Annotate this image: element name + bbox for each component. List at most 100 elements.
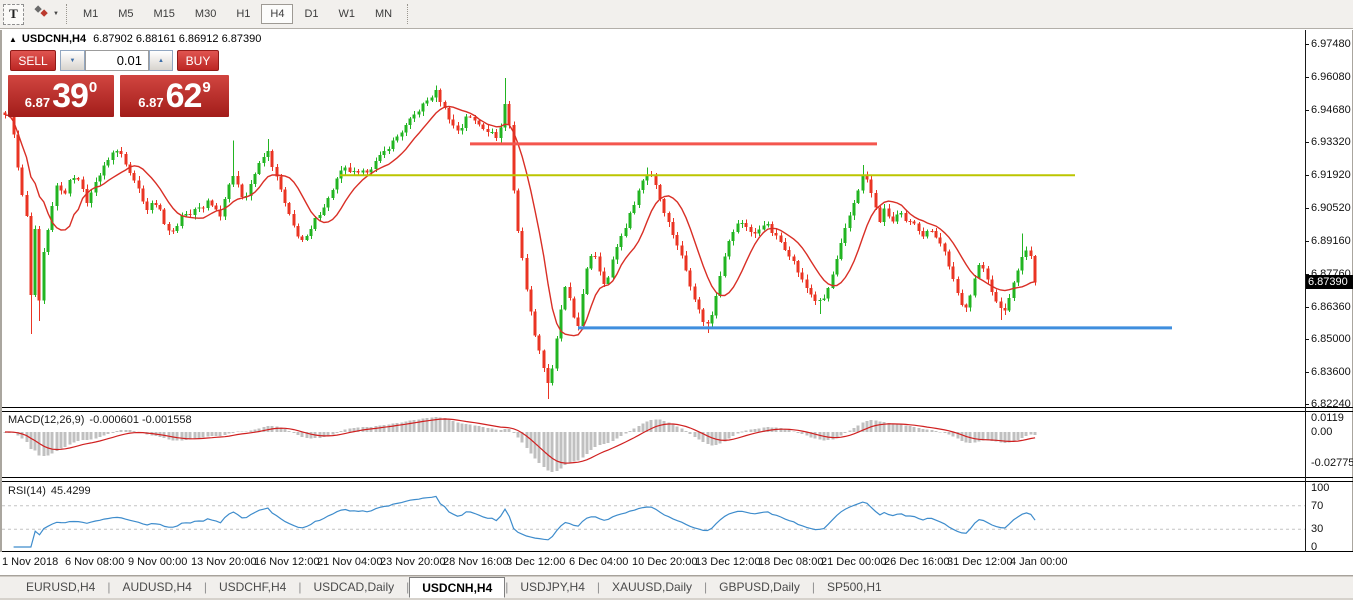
date-axis-label: 23 Nov 20:00 (380, 556, 445, 568)
rsi-scale-label: 30 (1311, 523, 1323, 535)
objects-arrows-button[interactable]: ▼ (30, 4, 62, 25)
tab-usdjpy-h4[interactable]: USDJPY,H4 (508, 577, 596, 598)
tab-xauusd-daily[interactable]: XAUUSD,Daily (600, 577, 704, 598)
buy-price-sup: 9 (202, 79, 210, 96)
date-axis-label: 13 Nov 20:00 (191, 556, 256, 568)
macd-values: -0.000601 -0.001558 (89, 414, 191, 426)
sell-price-box[interactable]: 6.87 39 0 (8, 75, 114, 117)
date-axis-label: 6 Dec 04:00 (569, 556, 628, 568)
sell-price-sup: 0 (89, 79, 97, 96)
axis-tick (1305, 142, 1309, 143)
price-axis-label: 6.90520 (1311, 202, 1351, 214)
pane-divider[interactable] (2, 407, 1353, 408)
collapse-triangle-icon[interactable]: ▲ (9, 35, 17, 44)
rsi-scale-label: 100 (1311, 482, 1329, 494)
axis-tick (1305, 241, 1309, 242)
tab-usdchf-h4[interactable]: USDCHF,H4 (207, 577, 298, 598)
macd-name: MACD(12,26,9) (8, 414, 84, 426)
date-axis-label: 21 Dec 00:00 (821, 556, 886, 568)
axis-tick (1305, 372, 1309, 373)
sell-button[interactable]: SELL (10, 50, 56, 71)
timeframe-m30[interactable]: M30 (186, 4, 225, 24)
timeframe-w1[interactable]: W1 (330, 4, 365, 24)
volume-increase-button[interactable]: ▲ (149, 50, 173, 71)
axis-tick (1305, 175, 1309, 176)
date-axis-label: 3 Dec 12:00 (506, 556, 565, 568)
date-axis-label: 26 Dec 16:00 (884, 556, 949, 568)
current-price-tag: 6.87390 (1306, 275, 1353, 289)
toolbar-separator (407, 4, 409, 24)
axis-tick (1305, 307, 1309, 308)
axis-tick (1305, 110, 1309, 111)
date-axis-label: 13 Dec 12:00 (695, 556, 760, 568)
date-axis-label: 18 Dec 08:00 (758, 556, 823, 568)
date-axis-label: 9 Nov 00:00 (128, 556, 187, 568)
toolbar-separator (66, 4, 68, 24)
rsi-value: 45.4299 (51, 485, 91, 497)
sell-price-big: 39 (52, 78, 88, 114)
tab-sp500-h1[interactable]: SP500,H1 (815, 577, 894, 598)
date-axis-label: 4 Jan 00:00 (1010, 556, 1068, 568)
timeframe-m5[interactable]: M5 (109, 4, 142, 24)
price-axis-label: 6.82240 (1311, 398, 1351, 410)
tab-gbpusd-daily[interactable]: GBPUSD,Daily (707, 577, 812, 598)
rsi-name: RSI(14) (8, 485, 46, 497)
pane-divider[interactable] (2, 477, 1353, 478)
chart-title: ▲ USDCNH,H4 6.87902 6.88161 6.86912 6.87… (9, 33, 261, 45)
price-axis-label: 6.91920 (1311, 169, 1351, 181)
timeframe-m15[interactable]: M15 (145, 4, 184, 24)
date-axis-label: 31 Dec 12:00 (947, 556, 1012, 568)
axis-tick (1305, 77, 1309, 78)
chart-tabs-bar: EURUSD,H4|AUDUSD,H4|USDCHF,H4|USDCAD,Dai… (0, 576, 1353, 598)
price-axis-label: 6.93320 (1311, 136, 1351, 148)
date-axis-label: 1 Nov 2018 (2, 556, 58, 568)
macd-scale-label: 0.0119 (1311, 412, 1344, 424)
buy-price-box[interactable]: 6.87 62 9 (120, 75, 229, 117)
price-axis-label: 6.85000 (1311, 333, 1351, 345)
date-axis-label: 6 Nov 08:00 (65, 556, 124, 568)
macd-scale-label: 0.00 (1311, 426, 1332, 438)
price-axis-label: 6.96080 (1311, 71, 1351, 83)
timeframe-h1[interactable]: H1 (227, 4, 259, 24)
axis-tick (1305, 44, 1309, 45)
tab-usdcad-daily[interactable]: USDCAD,Daily (301, 577, 406, 598)
date-axis-label: 21 Nov 04:00 (317, 556, 382, 568)
arrows-objects-icon (33, 4, 50, 24)
axis-tick (1305, 208, 1309, 209)
buy-button[interactable]: BUY (177, 50, 219, 71)
volume-decrease-button[interactable]: ▼ (60, 50, 85, 71)
date-axis-label: 28 Nov 16:00 (443, 556, 508, 568)
rsi-label: RSI(14) 45.4299 (8, 485, 91, 497)
text-tool-button[interactable]: T (3, 4, 24, 25)
volume-input[interactable] (85, 50, 149, 71)
sell-price-small: 6.87 (25, 95, 50, 110)
macd-scale-label: -0.027754 (1311, 457, 1353, 469)
buy-price-small: 6.87 (138, 95, 163, 110)
macd-indicator-pane[interactable] (0, 412, 1353, 477)
price-axis-label: 6.89160 (1311, 235, 1351, 247)
price-axis-label: 6.86360 (1311, 301, 1351, 313)
price-axis-line (1305, 30, 1306, 575)
timeframe-d1[interactable]: D1 (295, 4, 327, 24)
chart-ohlc-values: 6.87902 6.88161 6.86912 6.87390 (93, 33, 261, 45)
axis-tick (1305, 339, 1309, 340)
rsi-indicator-pane[interactable] (0, 482, 1353, 551)
one-click-trading-panel: SELL ▼ ▲ BUY 6.87 39 0 6.87 62 9 (8, 50, 229, 117)
price-axis-label: 6.97480 (1311, 38, 1351, 50)
tab-eurusd-h4[interactable]: EURUSD,H4 (14, 577, 107, 598)
price-axis-label: 6.83600 (1311, 366, 1351, 378)
buy-price-big: 62 (166, 78, 202, 114)
timeframe-m1[interactable]: M1 (74, 4, 107, 24)
tab-usdcnh-h4[interactable]: USDCNH,H4 (409, 577, 505, 598)
tab-audusd-h4[interactable]: AUDUSD,H4 (110, 577, 203, 598)
chart-symbol: USDCNH,H4 (22, 33, 86, 45)
price-axis-label: 6.94680 (1311, 104, 1351, 116)
rsi-scale-label: 70 (1311, 500, 1323, 512)
timeframe-mn[interactable]: MN (366, 4, 401, 24)
timeframe-toolbar: M1M5M15M30H1H4D1W1MN (74, 4, 403, 24)
macd-label: MACD(12,26,9) -0.000601 -0.001558 (8, 414, 192, 426)
date-axis-label: 10 Dec 20:00 (632, 556, 697, 568)
date-axis[interactable]: 1 Nov 2018 6 Nov 08:00 9 Nov 00:00 13 Nov 2… (0, 552, 1353, 575)
timeframe-h4[interactable]: H4 (261, 4, 293, 24)
axis-tick (1305, 404, 1309, 405)
